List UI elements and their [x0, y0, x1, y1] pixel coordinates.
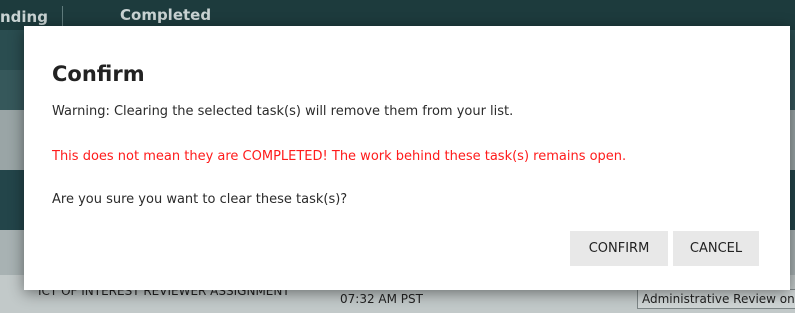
cancel-button[interactable]: CANCEL [673, 231, 759, 266]
question-message: Are you sure you want to clear these tas… [52, 192, 348, 207]
alert-message: This does not mean they are COMPLETED! T… [52, 149, 627, 164]
task-row-status[interactable]: Administrative Review on [637, 289, 795, 309]
warning-message: Warning: Clearing the selected task(s) w… [52, 104, 514, 119]
task-row-time: 07:32 AM PST [340, 292, 423, 306]
tab-pending[interactable]: nding [0, 6, 63, 28]
dialog-title: Confirm [52, 62, 145, 86]
tab-completed[interactable]: Completed [120, 6, 211, 24]
confirm-dialog: Confirm Warning: Clearing the selected t… [24, 26, 790, 290]
confirm-button[interactable]: CONFIRM [570, 231, 668, 266]
